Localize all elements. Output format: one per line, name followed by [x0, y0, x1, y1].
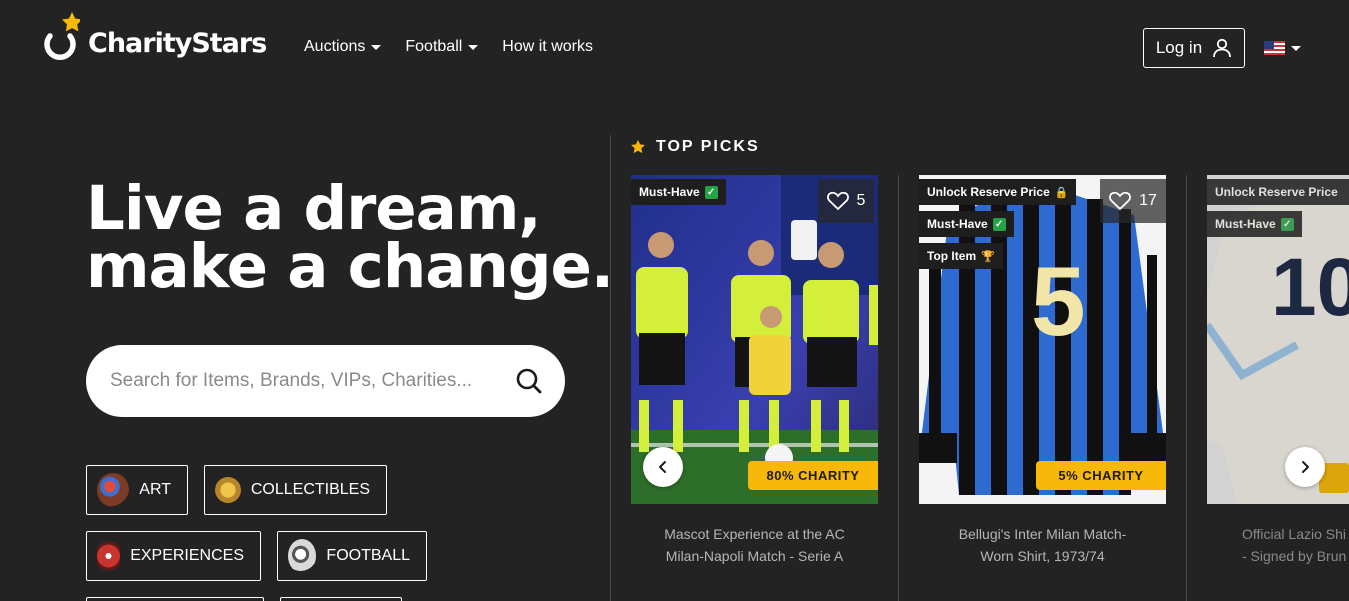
auction-card-image[interactable]: 10 Unlock Reserve Price Must-Have ✓ [1207, 175, 1349, 504]
section-divider [610, 135, 611, 601]
palette-icon [97, 473, 130, 507]
football-icon [288, 539, 317, 573]
svg-text:5: 5 [1031, 246, 1086, 356]
carousel-next-button[interactable] [1285, 447, 1325, 487]
auction-card-title[interactable]: Official Lazio Shi - Signed by Brun [1207, 523, 1349, 567]
card-title-line2: - Signed by Brun [1242, 548, 1347, 564]
card-fade-overlay [1207, 175, 1349, 504]
nav-football-label: Football [405, 38, 463, 55]
must-have-badge: Must-Have ✓ [919, 211, 1014, 237]
auction-card-title[interactable]: Bellugi's Inter Milan Match- Worn Shirt,… [919, 523, 1166, 567]
unlock-reserve-label: Unlock Reserve Price [927, 185, 1050, 199]
unlock-reserve-price-badge: Unlock Reserve Price 🔒 [919, 179, 1077, 205]
nav-how-it-works-label: How it works [502, 38, 593, 55]
trophy-icon: 🏆 [981, 250, 995, 263]
card-divider [1186, 175, 1187, 601]
login-label: Log in [1155, 38, 1203, 57]
us-flag-icon [1264, 41, 1285, 55]
chevron-right-icon [1302, 461, 1309, 473]
must-have-badge: Must-Have ✓ [631, 179, 726, 205]
hero-title-line1: Live a dream, [86, 173, 542, 244]
chevron-down-icon [1291, 45, 1301, 51]
nav-football[interactable]: Football [405, 38, 479, 56]
heart-icon [826, 191, 849, 211]
top-picks-label: TOP PICKS [656, 138, 760, 155]
category-experiences-label: EXPERIENCES [130, 547, 244, 564]
favorite-button[interactable]: 17 [1100, 179, 1166, 223]
check-icon: ✓ [704, 185, 718, 199]
category-football-label: FOOTBALL [326, 547, 410, 564]
search-input[interactable] [110, 370, 515, 392]
must-have-label: Must-Have [927, 217, 988, 231]
must-have-label: Must-Have [639, 185, 700, 199]
card-divider [898, 175, 899, 601]
nav-auctions-label: Auctions [304, 38, 366, 55]
like-count: 5 [856, 192, 866, 209]
chevron-down-icon [468, 44, 479, 50]
favorite-button[interactable]: 5 [818, 179, 874, 223]
card-title-line2: Milan-Napoli Match - Serie A [665, 548, 844, 564]
category-button-more[interactable] [280, 597, 402, 601]
hero-title-line2: make a change. [86, 231, 614, 302]
category-button-more[interactable] [86, 597, 264, 601]
card-title-line1: Official Lazio Shi [1242, 526, 1347, 542]
category-experiences-button[interactable]: EXPERIENCES [86, 531, 261, 581]
card-title-line1: Mascot Experience at the AC [664, 526, 845, 542]
category-collectibles-label: COLLECTIBLES [250, 481, 370, 498]
main-nav: Auctions Football How it works [304, 38, 593, 56]
like-count: 17 [1139, 192, 1157, 209]
charity-percentage-tag: 80% CHARITY [748, 461, 878, 490]
charity-percentage-tag: 5% CHARITY [1036, 461, 1166, 490]
lock-icon: 🔒 [1054, 186, 1069, 199]
nav-how-it-works[interactable]: How it works [502, 38, 593, 56]
category-art-label: ART [139, 481, 171, 498]
top-item-badge: Top Item 🏆 [919, 243, 1003, 269]
auction-card-image[interactable]: 5 Unlock Reserve Price 🔒 Must-Have ✓ Top… [919, 175, 1166, 504]
medal-icon [215, 473, 241, 507]
top-picks-heading: TOP PICKS [630, 138, 760, 156]
search-bar [86, 345, 565, 417]
logo[interactable]: CharityStars [40, 8, 267, 64]
logo-text: CharityStars [88, 27, 267, 59]
login-button[interactable]: Log in [1143, 28, 1245, 68]
chevron-down-icon [371, 44, 382, 50]
ticket-icon [97, 539, 121, 573]
category-football-button[interactable]: FOOTBALL [277, 531, 427, 581]
check-icon: ✓ [992, 217, 1006, 231]
heart-icon [1109, 191, 1132, 211]
star-logo-icon [40, 10, 83, 62]
search-icon[interactable] [515, 367, 543, 395]
top-item-label: Top Item [927, 249, 977, 263]
card-title-line1: Bellugi's Inter Milan Match- [958, 526, 1127, 542]
user-icon [1213, 38, 1232, 58]
hero-title: Live a dream, make a change. [86, 173, 614, 302]
category-collectibles-button[interactable]: COLLECTIBLES [204, 465, 387, 515]
card-title-line2: Worn Shirt, 1973/74 [980, 548, 1105, 564]
carousel-prev-button[interactable] [643, 447, 683, 487]
star-icon [631, 140, 645, 154]
category-art-button[interactable]: ART [86, 465, 188, 515]
language-selector[interactable] [1264, 41, 1301, 55]
auction-card-title[interactable]: Mascot Experience at the AC Milan-Napoli… [631, 523, 878, 567]
chevron-left-icon [659, 461, 666, 473]
nav-auctions[interactable]: Auctions [304, 38, 382, 56]
